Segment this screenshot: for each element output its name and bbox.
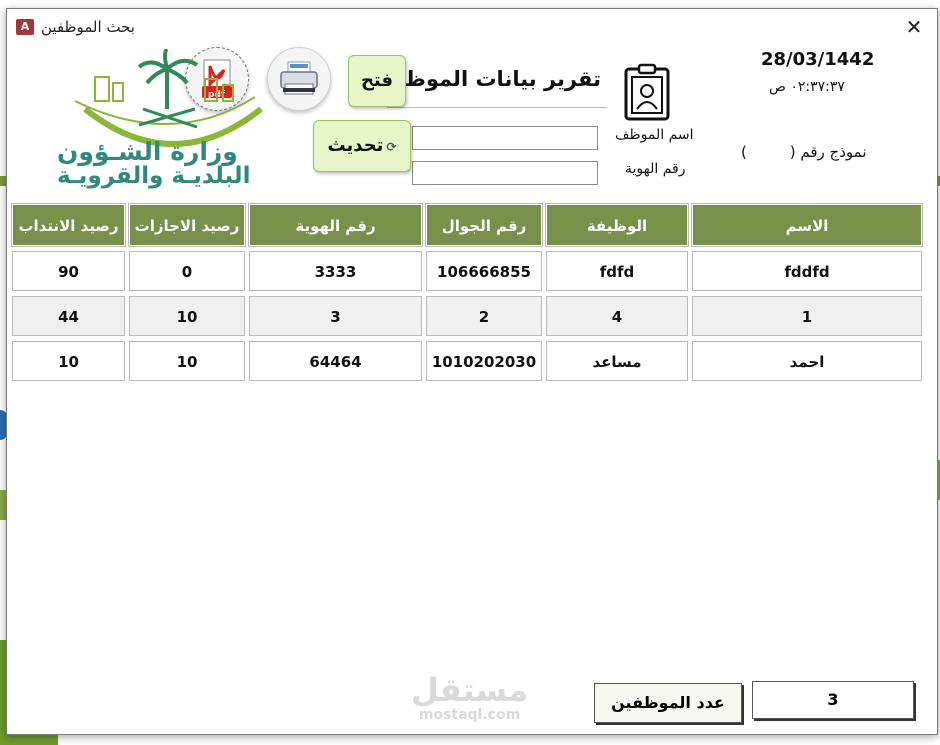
logo-text-line1: وزارة الشـؤون (57, 137, 238, 166)
employee-name-label: اسم الموظف (615, 127, 694, 143)
mostaql-watermark: مستقل mostaql.com (411, 673, 528, 723)
cell-vacation-balance[interactable]: 10 (129, 341, 245, 381)
cell-name[interactable]: احمد (692, 341, 922, 381)
cell-assignment-balance[interactable]: 90 (12, 251, 125, 291)
cell-job[interactable]: 4 (546, 296, 688, 336)
id-number-label: رقم الهوية (625, 161, 686, 177)
cell-assignment-balance[interactable]: 10 (12, 341, 125, 381)
form-number: نموذج رقم ( ) (741, 143, 867, 161)
cell-id-number[interactable]: 3 (249, 296, 422, 336)
report-date: 28/03/1442 (761, 49, 875, 70)
column-header-job[interactable]: الوظيفة (545, 203, 689, 247)
close-icon[interactable]: ✕ (901, 15, 927, 39)
employee-count-label: عدد الموظفين (611, 693, 725, 712)
window-title: بحث الموظفين (41, 18, 135, 36)
watermark-arabic: مستقل (411, 671, 529, 709)
cell-name[interactable]: 1 (692, 296, 922, 336)
title-bar[interactable]: A بحث الموظفين ✕ (7, 9, 937, 45)
cell-name[interactable]: fddfd (692, 251, 922, 291)
report-time: ٠٢:٣٧:٣٧ ص (769, 79, 845, 95)
id-card-icon (624, 63, 670, 121)
cell-vacation-balance[interactable]: 10 (129, 296, 245, 336)
employee-name-input[interactable] (412, 126, 598, 150)
cell-mobile[interactable]: 106666855 (426, 251, 542, 291)
id-number-input[interactable] (412, 161, 598, 185)
open-button-label: فتح (360, 70, 394, 91)
cell-job[interactable]: مساعد (546, 341, 688, 381)
refresh-icon: ⟳ (386, 140, 397, 154)
employee-count-value: 3 (752, 681, 914, 719)
cell-id-number[interactable]: 3333 (249, 251, 422, 291)
column-header-mobile[interactable]: رقم الجوال (425, 203, 543, 247)
column-header-vacation-balance[interactable]: رصيد الاجازات (128, 203, 246, 247)
access-app-icon: A (16, 19, 34, 35)
watermark-latin: mostaql.com (418, 707, 521, 723)
refresh-button-label: تحديث (327, 135, 384, 156)
column-header-name[interactable]: الاسم (691, 203, 923, 247)
report-title: تقرير بيانات الموظفين (387, 67, 607, 108)
employee-count-button[interactable]: عدد الموظفين (594, 683, 742, 723)
cell-mobile[interactable]: 1010202030 (426, 341, 542, 381)
refresh-button[interactable]: تحديث ⟳ (313, 120, 411, 172)
employee-search-dialog: A بحث الموظفين ✕ 28/03/1442 ٠٢:٣٧:٣٧ ص ن… (6, 8, 938, 735)
cell-id-number[interactable]: 64464 (249, 341, 422, 381)
cell-vacation-balance[interactable]: 0 (129, 251, 245, 291)
column-header-assignment-balance[interactable]: رصيد الانتداب (11, 203, 126, 247)
logo-text-line2: البلديـة والقرويـة (57, 163, 251, 189)
cell-job[interactable]: fdfd (546, 251, 688, 291)
column-header-id-number[interactable]: رقم الهوية (248, 203, 423, 247)
open-button[interactable]: فتح (348, 55, 406, 107)
cell-assignment-balance[interactable]: 44 (12, 296, 125, 336)
cell-mobile[interactable]: 2 (426, 296, 542, 336)
